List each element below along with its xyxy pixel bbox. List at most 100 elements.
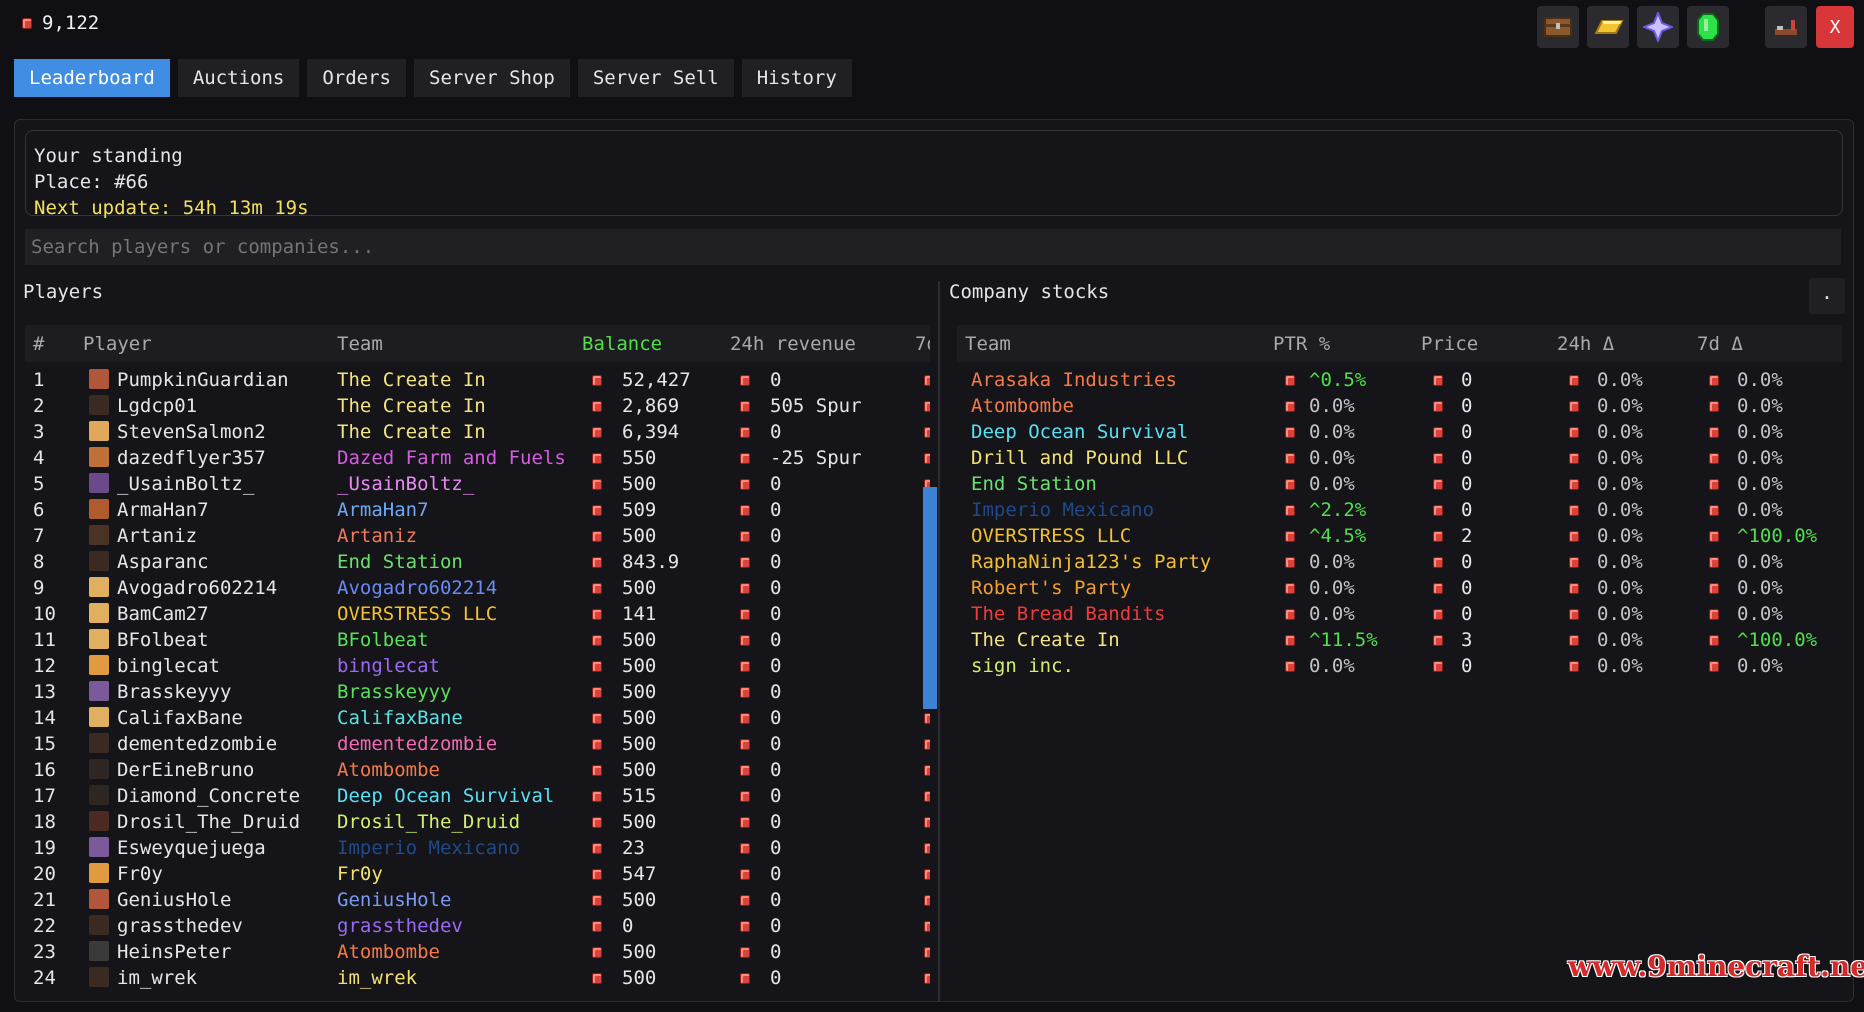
companies-menu-button[interactable]: . — [1809, 278, 1845, 314]
table-row[interactable]: Deep Ocean Survival 0.0% 0 0.0% 0.0% — [957, 419, 1842, 445]
emerald-button[interactable] — [1687, 6, 1729, 48]
table-row[interactable]: 13 Brasskeyyy Brasskeyyy 500 0 — [25, 679, 930, 705]
ptr-cell: ^4.5% — [1309, 525, 1367, 547]
coin-icon — [1285, 505, 1295, 516]
players-scrollbar[interactable] — [923, 487, 937, 709]
coin-icon — [1569, 661, 1579, 672]
table-row[interactable]: 2 Lgdcp01 The Create In 2,869 505 Spur — [25, 393, 930, 419]
col-team[interactable]: Team — [337, 333, 383, 355]
emerald-icon — [1697, 13, 1719, 41]
table-row[interactable]: 7 Artaniz Artaniz 500 0 — [25, 523, 930, 549]
balance-cell: 547 — [622, 863, 657, 885]
rank-cell: 12 — [33, 655, 56, 677]
col-rank[interactable]: # — [33, 333, 44, 355]
table-row[interactable]: 22 grassthedev grassthedev 0 0 — [25, 913, 930, 939]
coin-icon — [22, 17, 32, 29]
rank-cell: 9 — [33, 577, 45, 599]
col-player[interactable]: Player — [83, 333, 152, 355]
table-row[interactable]: 8 Asparanc End Station 843.9 0 — [25, 549, 930, 575]
team-name: BFolbeat — [337, 629, 429, 651]
table-row[interactable]: 12 binglecat binglecat 500 0 — [25, 653, 930, 679]
tab-server-shop[interactable]: Server Shop — [414, 59, 570, 97]
team-name: GeniusHole — [337, 889, 452, 911]
tab-orders[interactable]: Orders — [307, 59, 406, 97]
rank-cell: 7 — [33, 525, 45, 547]
rank-cell: 2 — [33, 395, 45, 417]
team-name: Dazed Farm and Fuels — [337, 447, 566, 469]
chest-button[interactable] — [1537, 6, 1579, 48]
table-row[interactable]: sign inc. 0.0% 0 0.0% 0.0% — [957, 653, 1842, 679]
gold-button[interactable] — [1587, 6, 1629, 48]
players-table-header: # Player Team Balance 24h revenue 7d — [25, 325, 930, 362]
coin-icon — [740, 375, 750, 386]
table-row[interactable]: RaphaNinja123's Party 0.0% 0 0.0% 0.0% — [957, 549, 1842, 575]
table-row[interactable]: 14 CalifaxBane CalifaxBane 500 0 — [25, 705, 930, 731]
revenue-cell: 505 Spur — [770, 395, 862, 417]
table-row[interactable]: 21 GeniusHole GeniusHole 500 0 — [25, 887, 930, 913]
table-row[interactable]: 16 DerEineBruno Atombombe 500 0 — [25, 757, 930, 783]
table-row[interactable]: The Bread Bandits 0.0% 0 0.0% 0.0% — [957, 601, 1842, 627]
table-row[interactable]: 20 Fr0y Fr0y 547 0 — [25, 861, 930, 887]
delta-24h-cell: 0.0% — [1597, 473, 1643, 495]
price-cell: 0 — [1461, 447, 1473, 469]
standing-title: Your standing — [34, 145, 183, 167]
tab-auctions[interactable]: Auctions — [177, 59, 300, 97]
table-row[interactable]: 15 dementedzombie dementedzombie 500 0 — [25, 731, 930, 757]
team-name: Fr0y — [337, 863, 383, 885]
col-balance[interactable]: Balance — [582, 333, 662, 355]
tab-server-sell[interactable]: Server Sell — [577, 59, 734, 97]
table-row[interactable]: 17 Diamond_Concrete Deep Ocean Survival 515… — [25, 783, 930, 809]
balance-cell: 500 — [622, 525, 657, 547]
balance-cell: 500 — [622, 811, 657, 833]
coin-icon — [740, 661, 750, 672]
table-row[interactable]: 23 HeinsPeter Atombombe 500 0 — [25, 939, 930, 965]
table-row[interactable]: Arasaka Industries ^0.5% 0 0.0% 0.0% — [957, 367, 1842, 393]
price-cell: 0 — [1461, 421, 1473, 443]
table-row[interactable]: 24 im_wrek im_wrek 500 0 — [25, 965, 930, 991]
coin-icon — [1709, 557, 1719, 568]
col-company-team[interactable]: Team — [965, 333, 1011, 355]
col-price[interactable]: Price — [1421, 333, 1478, 355]
table-row[interactable]: OVERSTRESS LLC ^4.5% 2 0.0% ^100.0% — [957, 523, 1842, 549]
coin-icon — [924, 427, 930, 438]
tools-button[interactable] — [1765, 6, 1807, 48]
coin-icon — [1285, 557, 1295, 568]
col-revenue[interactable]: 24h revenue — [730, 333, 856, 355]
table-row[interactable]: 4 dazedflyer357 Dazed Farm and Fuels 550 -25… — [25, 445, 930, 471]
col-7d[interactable]: 7d — [915, 333, 930, 355]
table-row[interactable]: 18 Drosil_The_Druid Drosil_The_Druid 500 0 — [25, 809, 930, 835]
tab-history[interactable]: History — [741, 59, 852, 97]
tab-leaderboard[interactable]: Leaderboard — [14, 59, 170, 97]
table-row[interactable]: 10 BamCam27 OVERSTRESS LLC 141 0 — [25, 601, 930, 627]
table-row[interactable]: Imperio Mexicano ^2.2% 0 0.0% 0.0% — [957, 497, 1842, 523]
table-row[interactable]: 11 BFolbeat BFolbeat 500 0 — [25, 627, 930, 653]
table-row[interactable]: Drill and Pound LLC 0.0% 0 0.0% 0.0% — [957, 445, 1842, 471]
col-7d-delta[interactable]: 7d Δ — [1697, 333, 1743, 355]
rank-cell: 5 — [33, 473, 45, 495]
player-head-icon — [89, 967, 109, 987]
close-button[interactable]: X — [1816, 6, 1854, 48]
team-name: grassthedev — [337, 915, 463, 937]
search-input[interactable] — [25, 229, 1841, 265]
table-row[interactable]: The Create In ^11.5% 3 0.0% ^100.0% — [957, 627, 1842, 653]
table-row[interactable]: 9 Avogadro602214 Avogadro602214 500 0 — [25, 575, 930, 601]
coin-icon — [1433, 453, 1443, 464]
table-row[interactable]: Robert's Party 0.0% 0 0.0% 0.0% — [957, 575, 1842, 601]
coin-icon — [924, 791, 930, 802]
col-ptr[interactable]: PTR % — [1273, 333, 1330, 355]
table-row[interactable]: 1 PumpkinGuardian The Create In 52,427 0 — [25, 367, 930, 393]
player-head-icon — [89, 473, 109, 493]
table-row[interactable]: 6 ArmaHan7 ArmaHan7 509 0 — [25, 497, 930, 523]
rank-cell: 3 — [33, 421, 45, 443]
panel-divider[interactable] — [938, 281, 940, 1001]
revenue-cell: 0 — [770, 785, 782, 807]
table-row[interactable]: 5 _UsainBoltz_ _UsainBoltz_ 500 0 — [25, 471, 930, 497]
table-row[interactable]: End Station 0.0% 0 0.0% 0.0% — [957, 471, 1842, 497]
col-24h-delta[interactable]: 24h Δ — [1557, 333, 1614, 355]
table-row[interactable]: Atombombe 0.0% 0 0.0% 0.0% — [957, 393, 1842, 419]
coin-icon — [592, 739, 602, 750]
table-row[interactable]: 19 Esweyquejuega Imperio Mexicano 23 0 — [25, 835, 930, 861]
star-button[interactable] — [1637, 6, 1679, 48]
revenue-cell: 0 — [770, 889, 782, 911]
table-row[interactable]: 3 StevenSalmon2 The Create In 6,394 0 — [25, 419, 930, 445]
